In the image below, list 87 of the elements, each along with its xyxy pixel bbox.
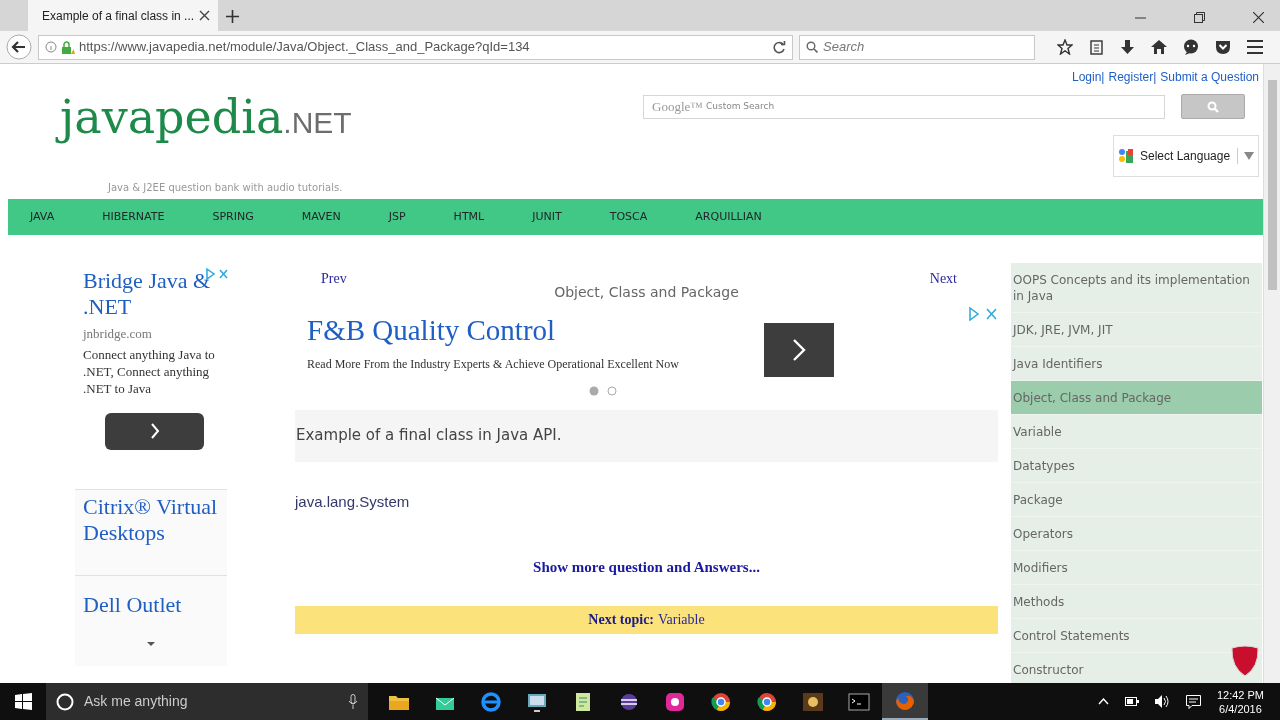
browser-icon[interactable]: [480, 691, 502, 712]
header-link[interactable]: Login|: [1072, 68, 1105, 86]
close-icon[interactable]: [199, 10, 210, 21]
sidebar-item[interactable]: Variable: [1011, 415, 1262, 449]
round-app-icon[interactable]: [710, 691, 732, 712]
chevron-up-icon[interactable]: [1097, 698, 1109, 705]
clock[interactable]: 12:42 PM 6/4/2016: [1216, 687, 1264, 716]
chevron-right-icon: [792, 339, 806, 361]
start-icon[interactable]: [14, 693, 32, 710]
sidebar-item[interactable]: Datatypes: [1011, 449, 1262, 483]
custom-search-field[interactable]: Google™ Custom Search: [643, 94, 1165, 119]
next-topic-link[interactable]: Variable: [658, 609, 705, 630]
header-link[interactable]: Submit a Question: [1160, 68, 1259, 86]
ad-domain: jnbridge.com: [83, 325, 153, 343]
carousel-dot[interactable]: [589, 385, 599, 396]
dropdown-arrow-icon: [1244, 152, 1254, 160]
shield-icon[interactable]: [1230, 645, 1260, 677]
search-circle-icon: [56, 692, 74, 711]
sidebar-item[interactable]: OOPS Concepts and its implementation in Java: [1011, 263, 1262, 313]
show-more-link[interactable]: Show more question and Answers...: [533, 559, 760, 575]
search-icon: [1207, 100, 1219, 113]
nav-link[interactable]: HTML: [453, 208, 485, 226]
question-text: Example of a final class in Java API.: [295, 409, 998, 462]
ad-title[interactable]: F&B Quality Control: [307, 309, 835, 353]
restore-icon[interactable]: [1194, 12, 1205, 23]
home-icon[interactable]: [1151, 39, 1167, 55]
site-logo[interactable]: javapedia.NET: [56, 86, 356, 149]
nav-link[interactable]: JUNIT: [532, 208, 562, 226]
sidebar-item[interactable]: JDK, JRE, JVM, JIT: [1011, 313, 1262, 347]
caret-down-icon[interactable]: [147, 642, 155, 647]
browser-tab[interactable]: Example of a final class in ...: [28, 0, 218, 31]
sidebar-item[interactable]: Package: [1011, 483, 1262, 517]
header-link[interactable]: Register|: [1108, 68, 1157, 86]
lock-icon: [61, 40, 75, 54]
new-tab-icon[interactable]: [226, 10, 239, 23]
nav-link[interactable]: TOSCA: [609, 208, 648, 226]
info-icon: [45, 41, 57, 53]
next-topic-banner: Next topic: Variable: [295, 605, 998, 634]
planet-icon[interactable]: [618, 691, 640, 712]
ad-choices-icon[interactable]: [968, 307, 998, 321]
back-icon[interactable]: [6, 34, 32, 60]
star-icon[interactable]: [1057, 39, 1073, 55]
speaker-icon[interactable]: [1154, 695, 1170, 708]
monitor-icon[interactable]: [526, 691, 548, 712]
nav-link[interactable]: ARQUILLIAN: [695, 208, 762, 226]
sidebar-item[interactable]: Operators: [1011, 517, 1262, 551]
next-link[interactable]: Next: [929, 268, 957, 289]
app-icon[interactable]: [664, 691, 686, 712]
tagline: Java & J2EE question bank with audio tutorials.: [108, 181, 344, 195]
sidebar-item[interactable]: Methods: [1011, 585, 1262, 619]
close-icon[interactable]: [1253, 12, 1264, 23]
chevron-right-icon: [149, 423, 160, 439]
reload-icon[interactable]: [773, 40, 786, 54]
nav-link[interactable]: MAVEN: [301, 208, 341, 226]
ad-text: Read More From the Industry Experts & Achieve Operational Excellent Now: [307, 355, 680, 373]
nav-link[interactable]: SPRING: [212, 208, 254, 226]
ad-title[interactable]: Bridge Java & .NET: [83, 268, 227, 320]
search-field[interactable]: Search: [799, 34, 1035, 60]
language-select[interactable]: Select Language: [1113, 135, 1259, 177]
chat-icon[interactable]: [1183, 39, 1199, 55]
terminal-icon[interactable]: [848, 691, 870, 712]
page-title: Object, Class and Package: [553, 283, 740, 302]
ad-arrow-button[interactable]: [105, 412, 204, 450]
taskbar-search-field[interactable]: Ask me anything: [46, 683, 368, 720]
microphone-icon: [348, 694, 358, 709]
menu-icon[interactable]: [1247, 39, 1263, 55]
google-icon: [1118, 148, 1134, 164]
download-icon[interactable]: [1120, 39, 1135, 55]
sidebar-item[interactable]: Modifiers: [1011, 551, 1262, 585]
nav-link[interactable]: JSP: [388, 208, 406, 226]
fox-icon[interactable]: [894, 690, 916, 711]
nav-link[interactable]: JAVA: [30, 208, 55, 226]
answer-text: java.lang.System: [295, 491, 411, 512]
game-icon[interactable]: [802, 691, 824, 712]
chevron-badge-icon[interactable]: [1215, 39, 1231, 55]
nav-link[interactable]: HIBERNATE: [102, 208, 165, 226]
search-icon: [806, 41, 818, 53]
carousel-dot[interactable]: [607, 385, 617, 396]
sidebar-item[interactable]: Object, Class and Package: [1011, 381, 1262, 415]
notification-icon[interactable]: [1185, 694, 1201, 709]
round-app-icon[interactable]: [756, 691, 778, 712]
scrollbar[interactable]: [1263, 64, 1280, 683]
prev-link[interactable]: Prev: [321, 268, 347, 289]
ad-text: Connect anything Java to .NET, Connect anything .NET to Java: [83, 345, 216, 397]
clipboard-icon[interactable]: [1089, 39, 1104, 55]
battery-icon[interactable]: [1124, 697, 1139, 706]
address-bar[interactable]: https://www.javapedia.net/module/Java/Object._Class_and_Package?qId=134: [38, 34, 793, 60]
